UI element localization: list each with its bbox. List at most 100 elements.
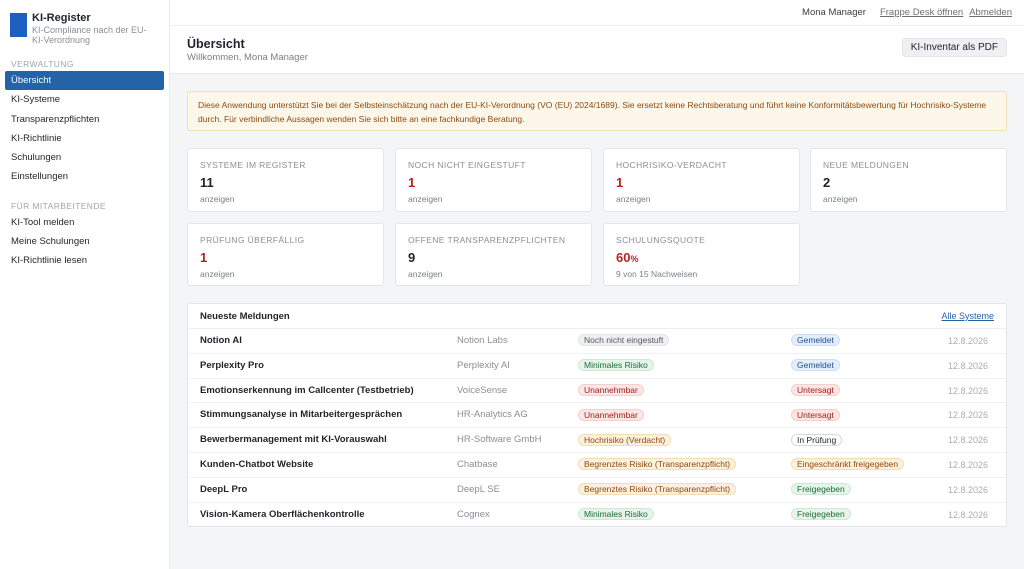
risk-badge: Minimales Risiko xyxy=(578,508,654,521)
status-badge: Freigegeben xyxy=(791,508,851,521)
panel-header: Neueste Meldungen Alle Systeme xyxy=(188,304,1006,329)
disclaimer-notice: Diese Anwendung unterstützt Sie bei der … xyxy=(187,91,1007,131)
card-value: 9 xyxy=(408,250,416,265)
table-row[interactable]: Stimmungsanalyse in Mitarbeitergespräche… xyxy=(188,403,1006,429)
sidebar-item-ki-richtlinie-lesen[interactable]: KI-Richtlinie lesen xyxy=(5,251,164,270)
sidebar-item-einstellungen[interactable]: Einstellungen xyxy=(5,167,164,186)
export-pdf-button[interactable]: KI-Inventar als PDF xyxy=(901,38,1007,57)
table-row[interactable]: DeepL Pro DeepL SE Begrenztes Risiko (Tr… xyxy=(188,478,1006,503)
card-label: SCHULUNGSQUOTE xyxy=(616,235,706,245)
desk-link[interactable]: Frappe Desk öffnen xyxy=(880,7,963,18)
card-value: 1 xyxy=(200,250,208,265)
table-row[interactable]: Perplexity Pro Perplexity AI Minimales R… xyxy=(188,354,1006,379)
card-value: 1 xyxy=(408,175,416,190)
brand-logo-icon xyxy=(10,13,27,37)
system-vendor: VoiceSense xyxy=(457,384,508,396)
table-row[interactable]: Vision-Kamera Oberflächenkontrolle Cogne… xyxy=(188,503,1006,528)
logout-link[interactable]: Abmelden xyxy=(969,7,1012,18)
card-systems[interactable]: SYSTEME IM REGISTER 11 anzeigen xyxy=(187,148,384,212)
status-badge: Gemeldet xyxy=(791,359,840,372)
card-label: NEUE MELDUNGEN xyxy=(823,160,909,170)
card-overdue[interactable]: PRÜFUNG ÜBERFÄLLIG 1 anzeigen xyxy=(187,223,384,286)
sidebar-item-schulungen[interactable]: Schulungen xyxy=(5,148,164,167)
brand: KI-Register KI-Compliance nach der EU-KI… xyxy=(0,0,169,52)
sidebar-item-uebersicht[interactable]: Übersicht xyxy=(5,71,164,91)
risk-badge: Noch nicht eingestuft xyxy=(578,334,670,347)
report-date: 12.8.2026 xyxy=(947,484,988,495)
card-show-link[interactable]: anzeigen xyxy=(823,194,994,204)
table-row[interactable]: Notion AI Notion Labs Noch nicht eingest… xyxy=(188,329,1006,354)
card-show-link[interactable]: anzeigen xyxy=(200,269,371,279)
system-name: Notion AI xyxy=(200,335,242,346)
report-date: 12.8.2026 xyxy=(947,336,988,346)
risk-badge: Hochrisiko (Verdacht) xyxy=(578,433,672,446)
training-rate-value: 60 xyxy=(616,250,631,265)
table-row[interactable]: Bewerbermanagement mit KI-Vorauswahl HR-… xyxy=(188,428,1006,453)
system-vendor: Chatbase xyxy=(457,458,498,470)
topbar: Mona Manager Frappe Desk öffnen Abmelden xyxy=(170,0,1024,26)
table-row[interactable]: Kunden-Chatbot Website Chatbase Begrenzt… xyxy=(188,453,1006,478)
status-badge: Eingeschränkt freigegeben xyxy=(791,458,905,471)
system-vendor: DeepL SE xyxy=(457,483,500,495)
card-foot: 9 von 15 Nachweisen xyxy=(616,269,698,279)
sidebar-item-ki-tool-melden[interactable]: KI-Tool melden xyxy=(5,213,164,232)
all-systems-link[interactable]: Alle Systeme xyxy=(941,311,994,321)
system-name: Perplexity Pro xyxy=(200,359,264,371)
card-transparency[interactable]: OFFENE TRANSPARENZPFLICHTEN 9 anzeigen xyxy=(395,223,592,286)
welcome-text: Willkommen, Mona Manager xyxy=(187,52,308,63)
risk-badge: Begrenztes Risiko (Transparenzpflicht) xyxy=(578,483,737,496)
card-label: OFFENE TRANSPARENZPFLICHTEN xyxy=(408,235,566,245)
card-value: 60% xyxy=(616,250,787,265)
sidebar-item-meine-schulungen[interactable]: Meine Schulungen xyxy=(5,232,164,251)
card-label: HOCHRISIKO-VERDACHT xyxy=(616,160,728,170)
sidebar-section-admin: VERWALTUNG xyxy=(11,59,74,69)
recent-reports-panel: Neueste Meldungen Alle Systeme Notion AI… xyxy=(187,303,1007,527)
system-vendor: HR-Software GmbH xyxy=(457,434,542,446)
sidebar-item-ki-systeme[interactable]: KI-Systeme xyxy=(5,90,164,109)
card-show-link[interactable]: anzeigen xyxy=(200,194,371,204)
risk-badge: Unannehmbar xyxy=(578,408,644,421)
current-user: Mona Manager xyxy=(802,7,866,18)
page-title: Übersicht xyxy=(187,37,245,51)
status-badge: Untersagt xyxy=(791,384,840,397)
training-rate-unit: % xyxy=(630,254,639,264)
card-unclassified[interactable]: NOCH NICHT EINGESTUFT 1 anzeigen xyxy=(395,148,592,212)
report-date: 12.8.2026 xyxy=(947,459,988,470)
card-show-link[interactable]: anzeigen xyxy=(616,194,787,204)
card-training-rate: SCHULUNGSQUOTE 60% 9 von 15 Nachweisen xyxy=(603,223,800,286)
card-value: 2 xyxy=(823,175,831,190)
card-show-link[interactable]: anzeigen xyxy=(408,194,579,204)
panel-title: Neueste Meldungen xyxy=(200,310,290,322)
card-label: PRÜFUNG ÜBERFÄLLIG xyxy=(200,235,305,245)
system-name: Emotionserkennung im Callcenter (Testbet… xyxy=(200,384,414,396)
report-date: 12.8.2026 xyxy=(947,360,988,371)
report-date: 12.8.2026 xyxy=(947,410,988,421)
system-vendor: Cognex xyxy=(457,508,490,520)
system-name: Kunden-Chatbot Website xyxy=(200,458,314,470)
card-value: 11 xyxy=(200,175,214,190)
card-label: NOCH NICHT EINGESTUFT xyxy=(408,160,526,170)
sidebar-section-staff: FÜR MITARBEITENDE xyxy=(11,200,106,211)
brand-subtitle: KI-Compliance nach der EU-KI-Verordnung xyxy=(32,25,147,45)
status-badge: Gemeldet xyxy=(791,334,840,347)
table-row[interactable]: Emotionserkennung im Callcenter (Testbet… xyxy=(188,379,1006,404)
card-value: 1 xyxy=(616,175,624,190)
report-date: 12.8.2026 xyxy=(947,385,988,396)
system-vendor: Notion Labs xyxy=(457,335,508,346)
sidebar: KI-Register KI-Compliance nach der EU-KI… xyxy=(0,0,170,569)
system-vendor: Perplexity AI xyxy=(457,359,510,371)
risk-badge: Unannehmbar xyxy=(578,384,644,397)
report-date: 12.8.2026 xyxy=(947,509,988,520)
sidebar-item-transparenzpflichten[interactable]: Transparenzpflichten xyxy=(5,110,164,129)
brand-title: KI-Register xyxy=(32,12,91,24)
card-highrisk[interactable]: HOCHRISIKO-VERDACHT 1 anzeigen xyxy=(603,148,800,212)
sidebar-item-ki-richtlinie[interactable]: KI-Richtlinie xyxy=(5,129,164,148)
card-new-reports[interactable]: NEUE MELDUNGEN 2 anzeigen xyxy=(810,148,1007,212)
report-date: 12.8.2026 xyxy=(947,435,988,446)
system-vendor: HR-Analytics AG xyxy=(457,409,528,421)
card-show-link[interactable]: anzeigen xyxy=(408,269,579,279)
status-badge: In Prüfung xyxy=(791,433,843,446)
card-label: SYSTEME IM REGISTER xyxy=(200,160,306,170)
page-header: Übersicht Willkommen, Mona Manager KI-In… xyxy=(170,26,1024,74)
system-name: Stimmungsanalyse in Mitarbeitergespräche… xyxy=(200,409,403,421)
